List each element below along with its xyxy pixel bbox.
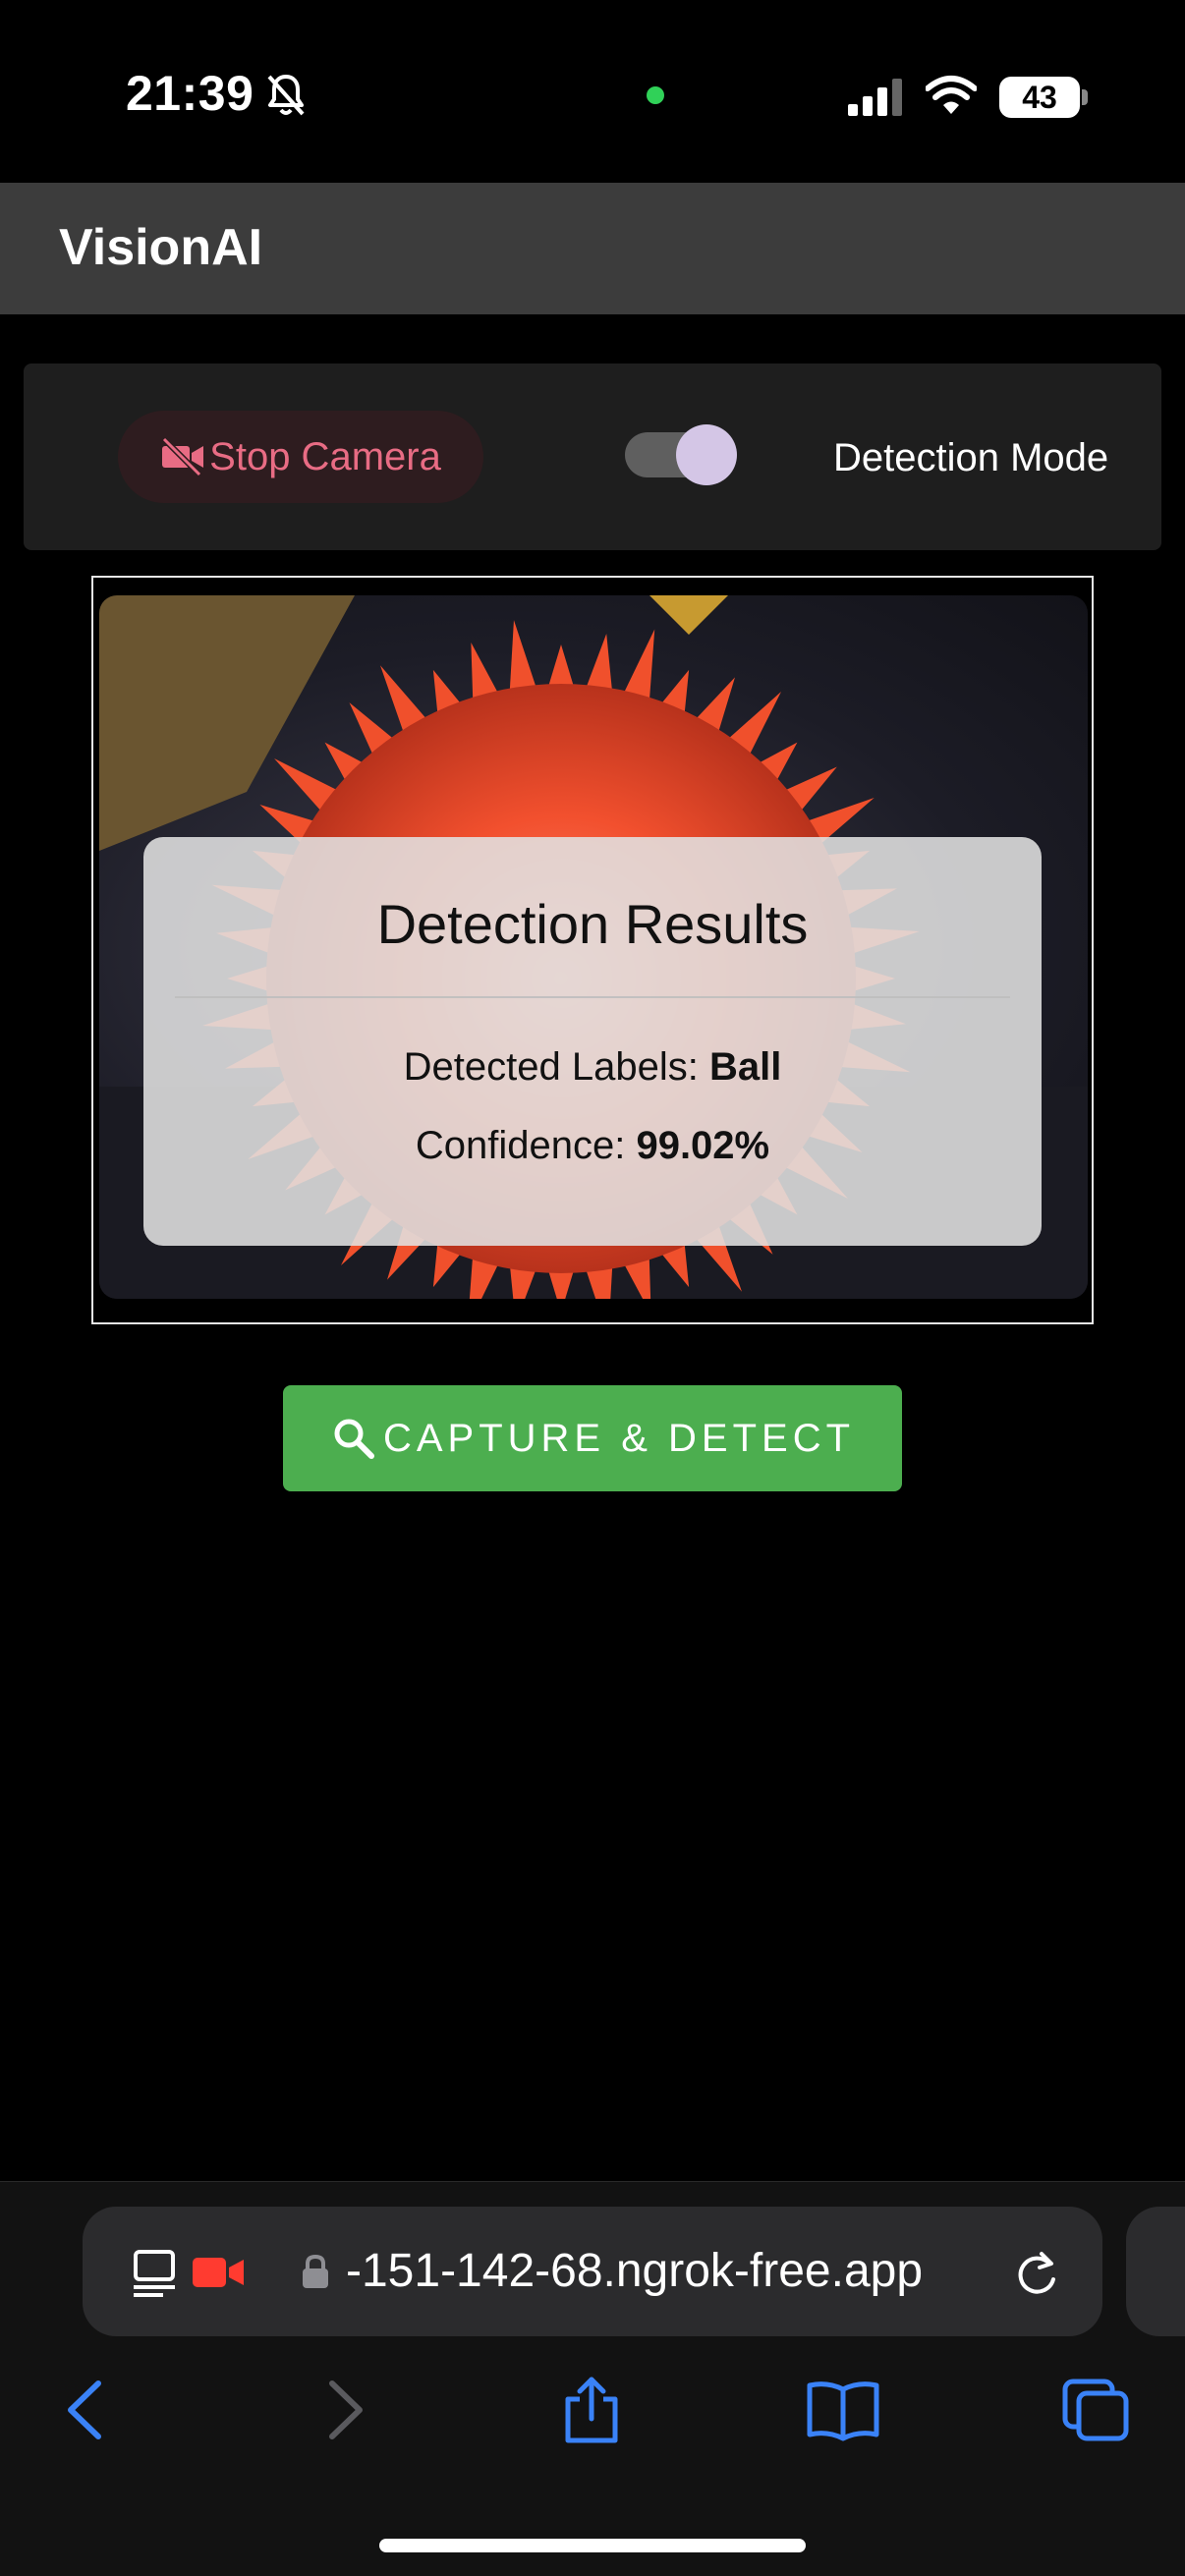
- share-icon[interactable]: [560, 2376, 623, 2444]
- app-header: VisionAI: [0, 183, 1185, 314]
- confidence-line: Confidence: 99.02%: [143, 1124, 1042, 1168]
- tabs-icon[interactable]: [1061, 2376, 1132, 2444]
- forward-arrow-icon[interactable]: [324, 2376, 367, 2444]
- results-divider: [175, 996, 1010, 998]
- confidence-value: 99.02%: [636, 1124, 770, 1167]
- home-indicator: [379, 2539, 806, 2552]
- cellular-signal-icon: [848, 79, 902, 116]
- stop-camera-button[interactable]: Stop Camera: [118, 411, 483, 503]
- back-arrow-icon[interactable]: [63, 2376, 106, 2444]
- capture-detect-button[interactable]: CAPTURE & DETECT: [283, 1385, 902, 1491]
- detected-labels-line: Detected Labels: Ball: [143, 1045, 1042, 1090]
- detected-labels-value: Ball: [708, 1045, 782, 1089]
- results-title: Detection Results: [376, 893, 809, 955]
- camera-control-panel: Stop Camera Detection Mode: [24, 364, 1161, 550]
- search-icon: [334, 1419, 374, 1459]
- app-title: VisionAI: [59, 219, 263, 276]
- detection-mode-label: Detection Mode: [833, 436, 1109, 479]
- bookmarks-icon[interactable]: [806, 2376, 880, 2444]
- page-menu-icon[interactable]: [132, 2248, 177, 2299]
- battery-indicator: 43: [999, 77, 1080, 118]
- bell-slash-icon: [267, 75, 305, 116]
- status-time: 21:39: [126, 66, 254, 121]
- reload-icon[interactable]: [1012, 2248, 1061, 2301]
- stop-camera-label: Stop Camera: [209, 434, 441, 478]
- capture-detect-label: CAPTURE & DETECT: [382, 1416, 856, 1460]
- detected-labels-prefix: Detected Labels:: [403, 1045, 709, 1089]
- lock-icon: [303, 2254, 328, 2288]
- status-bar: 21:39 43: [0, 0, 1185, 183]
- wifi-icon: [926, 76, 977, 114]
- video-off-icon: [162, 437, 204, 476]
- detection-results-card: Detection Results Detected Labels: Ball …: [143, 837, 1042, 1246]
- detection-mode-toggle-knob[interactable]: [676, 424, 737, 485]
- camera-in-use-icon[interactable]: [193, 2256, 246, 2289]
- battery-cap: [1082, 89, 1088, 105]
- url-text[interactable]: -151-142-68.ngrok-free.app: [346, 2244, 923, 2298]
- privacy-indicator-dot: [647, 86, 664, 104]
- confidence-prefix: Confidence:: [415, 1124, 637, 1167]
- next-tab-preview[interactable]: [1126, 2207, 1185, 2336]
